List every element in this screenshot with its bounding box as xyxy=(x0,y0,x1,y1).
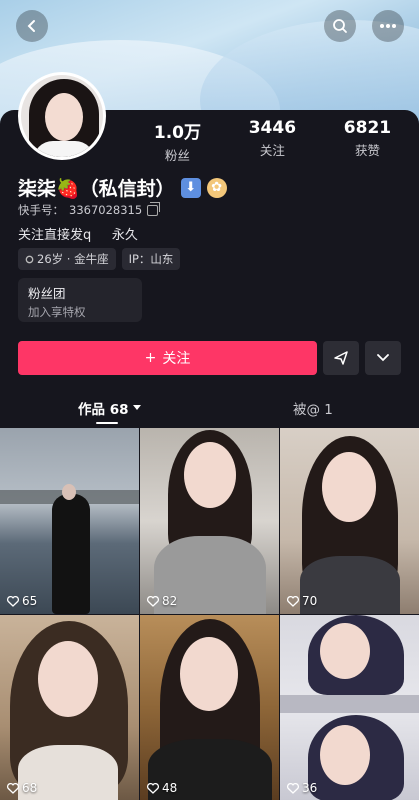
follow-label: 关注 xyxy=(162,351,191,367)
stat-following[interactable]: 3446 关注 xyxy=(249,118,296,164)
location-icon xyxy=(25,255,34,263)
video-thumbnail[interactable]: 68 xyxy=(0,615,139,800)
heart-icon xyxy=(7,782,19,794)
tab-mentioned-label: 被@ 1 xyxy=(293,402,333,418)
user-id-label: 快手号： xyxy=(18,203,64,217)
copy-icon[interactable] xyxy=(147,201,161,216)
video-thumbnail[interactable]: 82 xyxy=(140,428,279,614)
fan-group-subtitle: 加入享特权 xyxy=(28,305,86,319)
caret-down-icon xyxy=(132,405,141,410)
like-count-value: 82 xyxy=(162,594,178,608)
like-count-value: 70 xyxy=(302,594,318,608)
download-badge-icon: ⬇ xyxy=(180,177,201,198)
ip-tag-text: IP：山东 xyxy=(128,252,174,266)
like-count-value: 48 xyxy=(162,781,178,795)
stat-value: 1.0万 xyxy=(153,123,201,143)
name-row: 柒柒🍓（私信封） ⬇ ✿ xyxy=(18,174,227,201)
back-button[interactable] xyxy=(16,10,48,42)
video-thumbnail[interactable]: 36 xyxy=(280,615,419,800)
tab-indicator xyxy=(96,422,118,424)
heart-icon xyxy=(287,595,299,607)
profile-name: 柒柒🍓（私信封） xyxy=(18,178,175,200)
search-button[interactable] xyxy=(324,10,356,42)
back-icon xyxy=(27,20,35,32)
stat-followers[interactable]: 1.0万 粉丝 xyxy=(154,118,201,164)
stat-value: 3446 xyxy=(248,118,297,138)
profile-stats: 1.0万 粉丝 3446 关注 6821 获赞 xyxy=(130,118,415,164)
like-count: 68 xyxy=(7,781,37,795)
content-tabs: 作品 68 被@ 1 xyxy=(0,398,419,426)
chevron-down-icon xyxy=(377,354,389,362)
fan-group-title: 粉丝团 xyxy=(28,286,66,301)
fan-group-card[interactable]: 粉丝团 加入享特权 xyxy=(18,278,142,322)
stat-label: 获赞 xyxy=(354,143,380,158)
user-id-row: 快手号： 3367028315 xyxy=(18,201,161,218)
expand-button[interactable] xyxy=(365,341,401,375)
like-count-value: 36 xyxy=(302,781,318,795)
profile-tags: 26岁 · 金牛座 IP：山东 xyxy=(18,248,181,270)
like-count: 48 xyxy=(147,781,177,795)
video-thumbnail[interactable]: 70 xyxy=(280,428,419,614)
age-tag-text: 26岁 · 金牛座 xyxy=(37,252,109,266)
avatar[interactable] xyxy=(18,72,106,160)
heart-icon xyxy=(287,782,299,794)
share-icon xyxy=(334,351,348,365)
tab-mentioned[interactable]: 被@ 1 xyxy=(293,398,333,418)
heart-icon xyxy=(7,595,19,607)
stat-label: 粉丝 xyxy=(164,148,190,163)
stat-label: 关注 xyxy=(259,143,285,158)
like-count: 82 xyxy=(147,594,177,608)
tab-works[interactable]: 作品 68 xyxy=(78,398,141,418)
ip-tag: IP：山东 xyxy=(121,248,181,270)
stat-value: 6821 xyxy=(343,118,392,138)
like-count: 70 xyxy=(287,594,317,608)
user-id-value: 3367028315 xyxy=(69,203,143,217)
video-thumbnail[interactable]: 65 xyxy=(0,428,139,614)
search-icon xyxy=(333,19,347,33)
like-count-value: 68 xyxy=(22,781,38,795)
more-icon xyxy=(380,24,396,28)
plus-icon: + xyxy=(144,350,157,366)
age-tag: 26岁 · 金牛座 xyxy=(18,248,116,270)
heart-icon xyxy=(147,595,159,607)
heart-icon xyxy=(147,782,159,794)
more-button[interactable] xyxy=(372,10,404,42)
profile-bio: 关注直接发q 永久 xyxy=(18,228,138,243)
stat-likes[interactable]: 6821 获赞 xyxy=(344,118,391,164)
video-thumbnail[interactable]: 48 xyxy=(140,615,279,800)
video-grid: 65 82 70 68 48 36 xyxy=(0,428,419,800)
tab-works-label: 作品 68 xyxy=(78,402,129,418)
like-count: 65 xyxy=(7,594,37,608)
like-count: 36 xyxy=(287,781,317,795)
like-count-value: 65 xyxy=(22,594,38,608)
follow-button[interactable]: + 关注 xyxy=(18,341,317,375)
flower-badge-icon: ✿ xyxy=(206,177,227,198)
share-button[interactable] xyxy=(323,341,359,375)
